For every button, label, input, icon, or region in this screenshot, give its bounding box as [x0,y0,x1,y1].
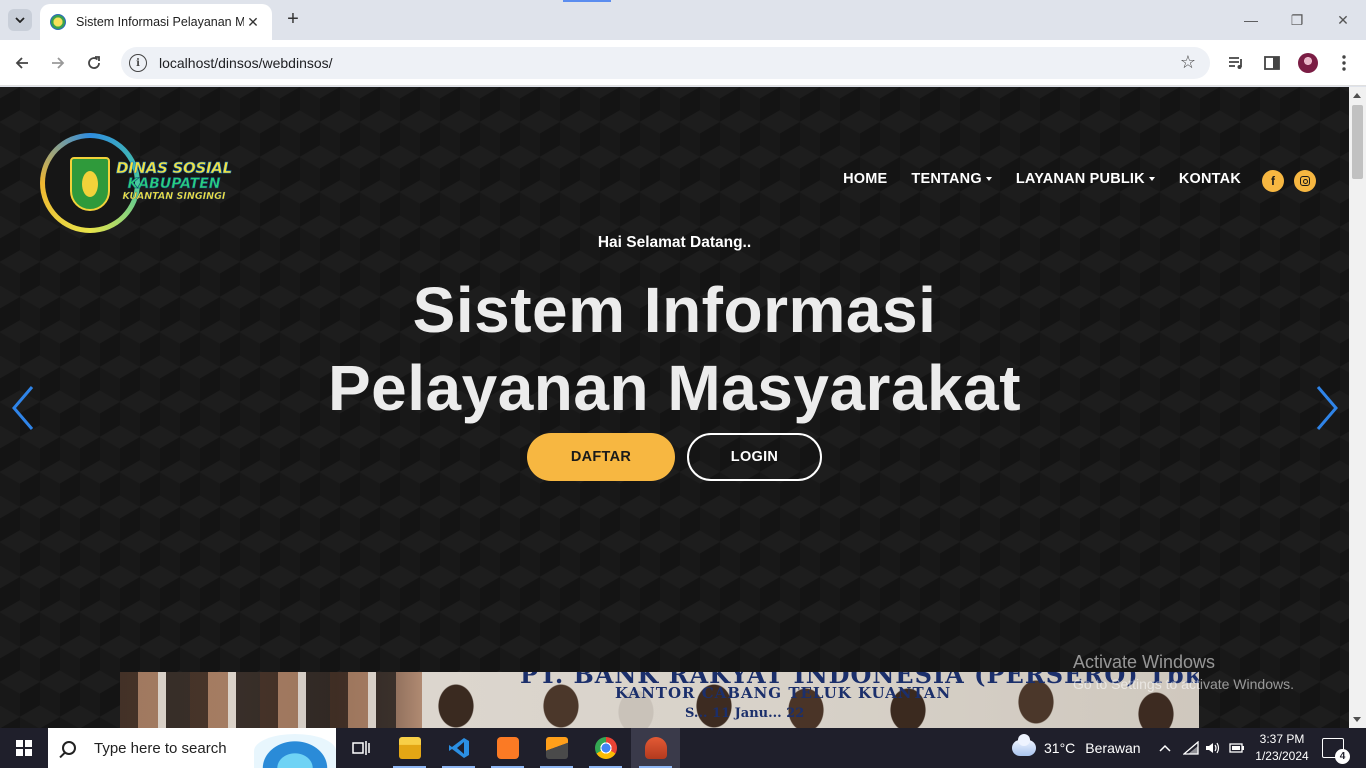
facebook-icon[interactable]: f [1262,170,1284,192]
site-favicon-icon [50,14,66,30]
reload-button[interactable] [82,51,106,75]
start-button[interactable] [0,728,48,768]
nav-home[interactable]: HOME [843,171,887,187]
nav-tentang-label: TENTANG [911,171,982,187]
logo-line1: DINAS SOSIAL [116,159,233,177]
carousel-prev-arrow-icon[interactable] [8,383,38,433]
hero-greeting: Hai Selamat Datang.. [597,234,752,251]
weather-widget[interactable]: 31°C Berawan [1012,728,1141,768]
volume-icon[interactable] [1202,728,1224,768]
address-bar[interactable]: i localhost/dinsos/webdinsos/ ☆ [121,47,1210,79]
scroll-thumb[interactable] [1352,105,1363,179]
system-clock[interactable]: 3:37 PM 1/23/2024 [1252,731,1312,765]
watermark-subtitle: Go to Settings to activate Windows. [1073,676,1294,692]
side-panel-icon[interactable] [1261,52,1283,74]
tab-search-button[interactable] [8,9,32,31]
bookmark-star-icon[interactable]: ☆ [1180,52,1196,73]
search-placeholder: Type here to search [94,739,227,757]
carousel-next-arrow-icon[interactable] [1312,383,1342,433]
wifi-icon[interactable] [1180,728,1202,768]
media-control-icon[interactable] [1225,52,1247,74]
back-button[interactable] [10,51,34,75]
show-hidden-icons-icon[interactable] [1154,728,1176,768]
clock-time: 3:37 PM [1259,732,1305,746]
activate-windows-watermark: Activate Windows Go to Settings to activ… [1073,652,1294,692]
vscode-icon[interactable] [434,728,483,768]
nav-kontak-label: KONTAK [1178,171,1241,187]
sublime-text-icon[interactable] [532,728,581,768]
tab-strip-indicator [563,0,611,2]
browser-tab-active[interactable]: Sistem Informasi Pelayanan Ma ✕ [40,4,272,40]
arrow-right-icon [52,57,65,69]
notification-count-badge: 4 [1335,749,1350,764]
logo-text: DINAS SOSIAL KABUPATEN KUANTAN SINGINGI [116,159,233,202]
file-explorer-icon[interactable] [385,728,434,768]
site-logo[interactable]: DINAS SOSIAL KABUPATEN KUANTAN SINGINGI [40,133,233,233]
page-scrollbar[interactable] [1349,87,1366,728]
notification-center-icon[interactable]: 4 [1322,738,1350,764]
emblem-icon [70,157,110,211]
battery-icon[interactable] [1226,728,1248,768]
page-viewport: DINAS SOSIAL KABUPATEN KUANTAN SINGINGI … [0,87,1349,728]
weather-temp: 31°C [1044,740,1076,756]
chevron-down-icon [15,17,25,23]
new-tab-button[interactable]: + [282,9,304,31]
windows-logo-icon [16,740,32,756]
nav-kontak[interactable]: KONTAK [1179,171,1241,187]
caret-down-icon [1148,177,1155,181]
login-button[interactable]: LOGIN [687,433,822,481]
scroll-up-icon[interactable] [1353,93,1361,98]
taskbar-search-box[interactable]: Type here to search [48,728,336,768]
hero-title: Sistem Informasi Pelayanan Masyarakat [0,271,1349,427]
browser-tab-bar: Sistem Informasi Pelayanan Ma ✕ + — ❐ ✕ [0,0,1366,40]
chrome-icon[interactable] [581,728,630,768]
caret-down-icon [985,177,992,181]
instagram-icon[interactable] [1294,170,1316,192]
clock-date: 1/23/2024 [1255,749,1309,763]
daftar-button[interactable]: DAFTAR [527,433,675,481]
site-info-icon[interactable]: i [129,54,147,72]
weather-desc: Berawan [1085,740,1141,756]
xampp-icon[interactable] [483,728,532,768]
cloudy-weather-icon [1012,734,1036,756]
nav-layanan-label: LAYANAN PUBLIK [1015,171,1145,187]
logo-line3: KUANTAN SINGINGI [122,191,226,202]
windows-taskbar: Type here to search 31°C Berawan 3:37 PM… [0,728,1366,768]
profile-avatar[interactable] [1297,52,1319,74]
forward-button[interactable] [46,51,70,75]
browser-menu-icon[interactable] [1333,52,1355,74]
nav-tentang[interactable]: TENTANG [911,171,992,187]
photo-banner-line3: S... 11 Janu... 22 [685,706,805,721]
search-highlight-art [254,734,336,768]
close-window-button[interactable]: ✕ [1320,8,1366,32]
task-view-icon[interactable] [336,728,385,768]
hero-title-line2: Pelayanan Masyarakat [327,352,1022,424]
watermark-title: Activate Windows [1073,652,1216,672]
tab-close-button[interactable]: ✕ [244,14,262,31]
gallery-photo: PT. BANK RAKYAT INDONESIA (PERSERO) Tbk … [120,672,1199,728]
url-text[interactable]: localhost/dinsos/webdinsos/ [159,55,333,71]
arrow-left-icon [15,57,28,69]
minimize-button[interactable]: — [1228,8,1274,32]
reload-icon [88,56,100,69]
photo-banner-line2: KANTOR CABANG TELUK KUANTAN [615,684,952,702]
browser-toolbar: i localhost/dinsos/webdinsos/ ☆ [0,40,1366,86]
scroll-down-icon[interactable] [1353,717,1361,722]
main-nav: HOME TENTANG LAYANAN PUBLIK KONTAK [819,171,1241,187]
hero-title-line1: Sistem Informasi [412,274,937,346]
avatar [1298,53,1318,73]
logo-line2: KABUPATEN [127,176,221,192]
nav-layanan-publik[interactable]: LAYANAN PUBLIK [1016,171,1155,187]
tab-title: Sistem Informasi Pelayanan Ma [76,15,244,29]
restore-button[interactable]: ❐ [1274,8,1320,32]
nav-home-label: HOME [843,171,888,187]
search-icon [62,741,76,755]
app-running-icon[interactable] [631,728,680,768]
